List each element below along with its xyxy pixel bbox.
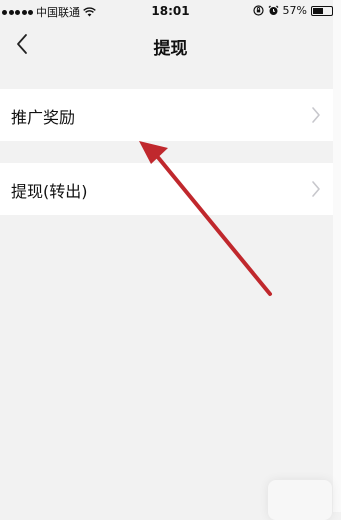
promotion-rewards-row[interactable]: 推广奖励	[0, 89, 333, 141]
status-right: 57%	[252, 4, 335, 17]
battery-icon	[311, 5, 335, 16]
battery-fill	[313, 7, 324, 14]
alarm-clock-icon	[268, 5, 279, 15]
status-bar: 中国联通 18:01 57%	[0, 0, 341, 22]
promotion-rewards-label: 推广奖励	[11, 108, 76, 127]
withdraw-transfer-label: 提现(转出)	[11, 182, 88, 201]
battery-percent: 57%	[282, 4, 307, 17]
page-title: 提现	[153, 39, 188, 59]
arrow-head	[139, 141, 168, 164]
rotation-lock-icon	[252, 5, 264, 16]
annotation-arrow	[139, 141, 272, 296]
navigation-bar: 提现	[0, 22, 341, 68]
right-edge-strip	[333, 0, 341, 512]
floating-button-shadow	[268, 480, 332, 520]
chevron-right-icon	[312, 107, 320, 123]
withdraw-transfer-row[interactable]: 提现(转出)	[0, 163, 333, 215]
chevron-right-icon	[312, 181, 320, 197]
